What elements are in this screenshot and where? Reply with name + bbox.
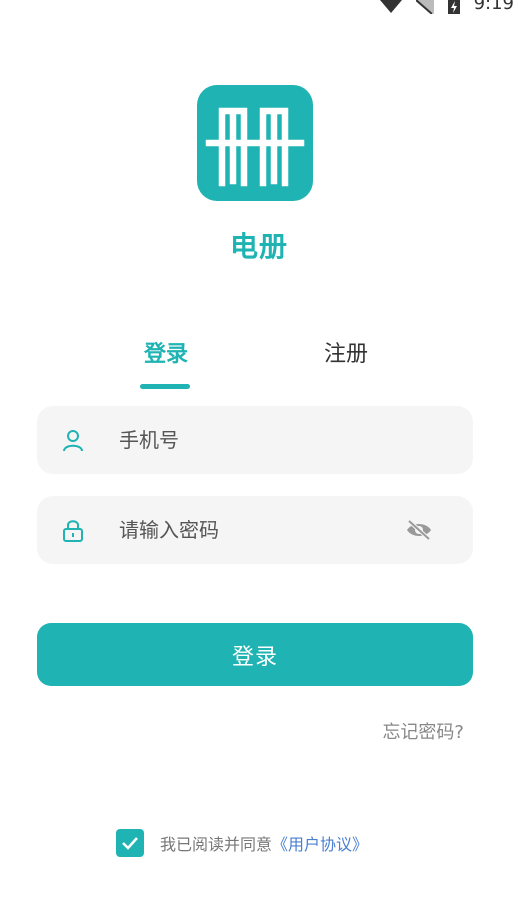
login-button[interactable]: 登录 bbox=[37, 623, 473, 686]
agreement-text: 我已阅读并同意 bbox=[160, 835, 273, 854]
check-icon bbox=[122, 837, 138, 850]
wifi-icon bbox=[379, 0, 402, 13]
forgot-password-link[interactable]: 忘记密码? bbox=[382, 718, 464, 744]
password-field[interactable] bbox=[37, 496, 473, 564]
user-agreement-link[interactable]: 《用户协议》 bbox=[272, 831, 368, 855]
agreement-checkbox[interactable] bbox=[116, 829, 144, 857]
tab-register[interactable]: 注册 bbox=[320, 336, 372, 368]
app-logo bbox=[197, 85, 313, 201]
agreement-row: 我已阅读并同意 《用户协议》 bbox=[116, 829, 368, 857]
phone-input[interactable] bbox=[119, 406, 399, 474]
app-name: 电册 bbox=[229, 230, 288, 263]
book-logo-icon bbox=[205, 107, 305, 187]
eye-off-icon[interactable] bbox=[405, 518, 433, 542]
lock-icon bbox=[63, 520, 83, 542]
status-time: 9:19 bbox=[473, 0, 514, 14]
signal-icon bbox=[415, 0, 434, 14]
password-input[interactable] bbox=[119, 496, 399, 564]
battery-charging-icon bbox=[447, 0, 460, 14]
status-bar: 9:19 bbox=[379, 0, 518, 16]
phone-field[interactable] bbox=[37, 406, 473, 474]
tab-login[interactable]: 登录 bbox=[140, 336, 192, 368]
tab-indicator bbox=[140, 384, 190, 389]
user-icon bbox=[63, 430, 83, 452]
